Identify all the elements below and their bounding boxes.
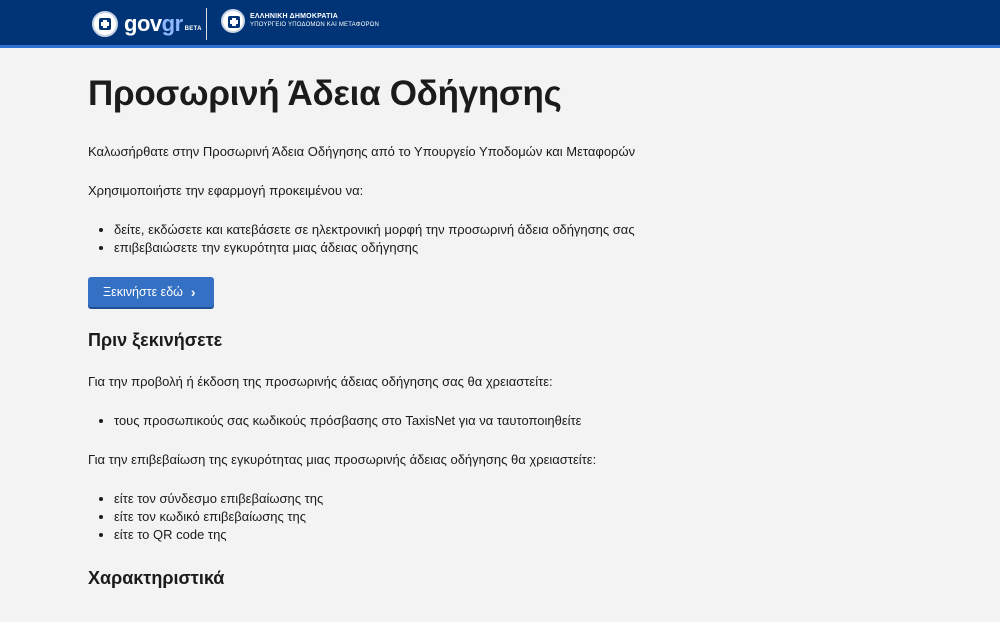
need-view-list: τους προσωπικούς σας κωδικούς πρόσβασης … <box>88 412 648 430</box>
list-item: είτε τον κωδικό επιβεβαίωσης της <box>114 508 648 526</box>
list-item: είτε το QR code της <box>114 526 648 544</box>
before-heading: Πριν ξεκινήσετε <box>88 330 223 350</box>
header-divider <box>206 8 207 40</box>
welcome-text: Καλωσήρθατε στην Προσωρινή Άδεια Οδήγηση… <box>88 144 636 159</box>
chevron-right-icon: › <box>190 284 196 300</box>
page-title: Προσωρινή Άδεια Οδήγησης <box>88 74 562 113</box>
start-button[interactable]: Ξεκινήστε εδώ › <box>88 277 214 307</box>
ministry-emblem-icon <box>221 9 245 33</box>
need-verify-text: Για την επιβεβαίωση της εγκυρότητας μιας… <box>88 452 597 467</box>
ministry-line1: ΕΛΛΗΝΙΚΗ ΔΗΜΟΚΡΑΤΙΑ <box>250 13 338 20</box>
list-item: επιβεβαιώσετε την εγκυρότητα μιας άδειας… <box>114 239 648 257</box>
list-item: είτε τον σύνδεσμο επιβεβαίωσης της <box>114 490 648 508</box>
use-list: δείτε, εκδώσετε και κατεβάσετε σε ηλεκτρ… <box>88 221 648 257</box>
ministry-line2: ΥΠΟΥΡΓΕΙΟ ΥΠΟΔΟΜΩΝ ΚΑΙ ΜΕΤΑΦΟΡΩΝ <box>250 22 379 28</box>
need-view-text: Για την προβολή ή έκδοση της προσωρινής … <box>88 374 553 389</box>
use-intro-text: Χρησιμοποιήστε την εφαρμογή προκειμένου … <box>88 183 364 198</box>
list-item: δείτε, εκδώσετε και κατεβάσετε σε ηλεκτρ… <box>114 221 648 239</box>
features-heading: Χαρακτηριστικά <box>88 568 225 588</box>
site-header: govgr BETA ΕΛΛΗΝΙΚΗ ΔΗΜΟΚΡΑΤΙΑ ΥΠΟΥΡΓΕΙΟ… <box>0 0 1000 48</box>
govgr-wordmark: govgr <box>124 11 183 36</box>
list-item: τους προσωπικούς σας κωδικούς πρόσβασης … <box>114 412 648 430</box>
govgr-logo[interactable]: govgr BETA <box>92 9 202 39</box>
start-button-label: Ξεκινήστε εδώ <box>103 285 183 299</box>
main-content: Προσωρινή Άδεια Οδήγησης Καλωσήρθατε στη… <box>88 48 648 589</box>
need-verify-list: είτε τον σύνδεσμο επιβεβαίωσης της είτε … <box>88 490 648 544</box>
gov-emblem-icon <box>92 11 118 37</box>
ministry-logo[interactable]: ΕΛΛΗΝΙΚΗ ΔΗΜΟΚΡΑΤΙΑ ΥΠΟΥΡΓΕΙΟ ΥΠΟΔΟΜΩΝ Κ… <box>221 9 379 33</box>
ministry-name: ΕΛΛΗΝΙΚΗ ΔΗΜΟΚΡΑΤΙΑ ΥΠΟΥΡΓΕΙΟ ΥΠΟΔΟΜΩΝ Κ… <box>250 12 379 30</box>
beta-badge: BETA <box>184 26 202 32</box>
